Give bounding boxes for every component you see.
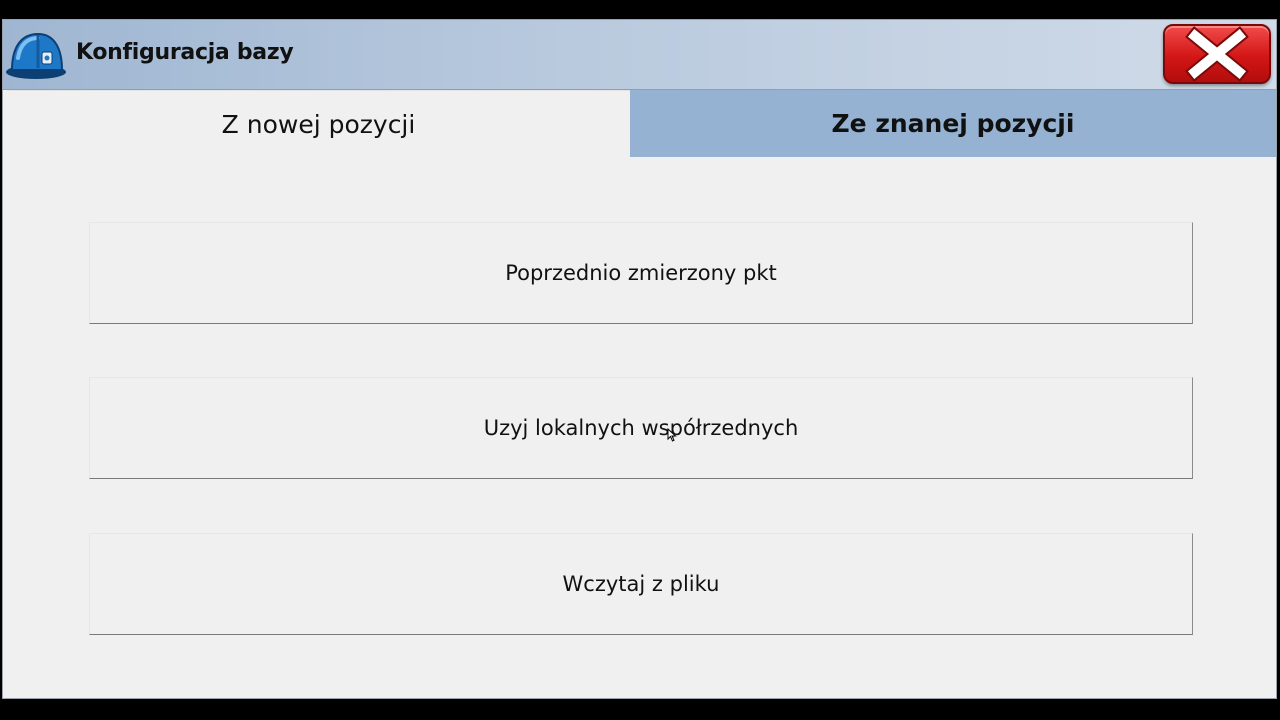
load-from-file-label: Wczytaj z pliku [562, 572, 720, 596]
title-bar: Konfiguracja bazy [3, 20, 1276, 90]
tab-known-position[interactable]: Ze znanej pozycji [630, 90, 1276, 157]
local-coordinates-button[interactable]: Uzyj lokalnych współrzednych [89, 377, 1193, 479]
load-from-file-button[interactable]: Wczytaj z pliku [89, 533, 1193, 635]
local-coordinates-label: Uzyj lokalnych współrzednych [483, 416, 799, 440]
previous-point-label: Poprzednio zmierzony pkt [505, 261, 777, 285]
tab-known-position-label: Ze znanej pozycji [831, 109, 1075, 138]
tab-bar: Z nowej pozycji Ze znanej pozycji [3, 90, 1276, 157]
mouse-cursor-icon [667, 427, 677, 442]
close-icon [1185, 26, 1249, 82]
tab-new-position[interactable]: Z nowej pozycji [7, 90, 631, 157]
hard-hat-icon [4, 28, 68, 82]
window-title: Konfiguracja bazy [76, 40, 294, 65]
previous-point-button[interactable]: Poprzednio zmierzony pkt [89, 222, 1193, 324]
tab-new-position-label: Z nowej pozycji [221, 109, 416, 139]
config-window: Konfiguracja bazy Z nowej pozycji Ze zna… [2, 19, 1277, 699]
close-button[interactable] [1163, 24, 1271, 84]
